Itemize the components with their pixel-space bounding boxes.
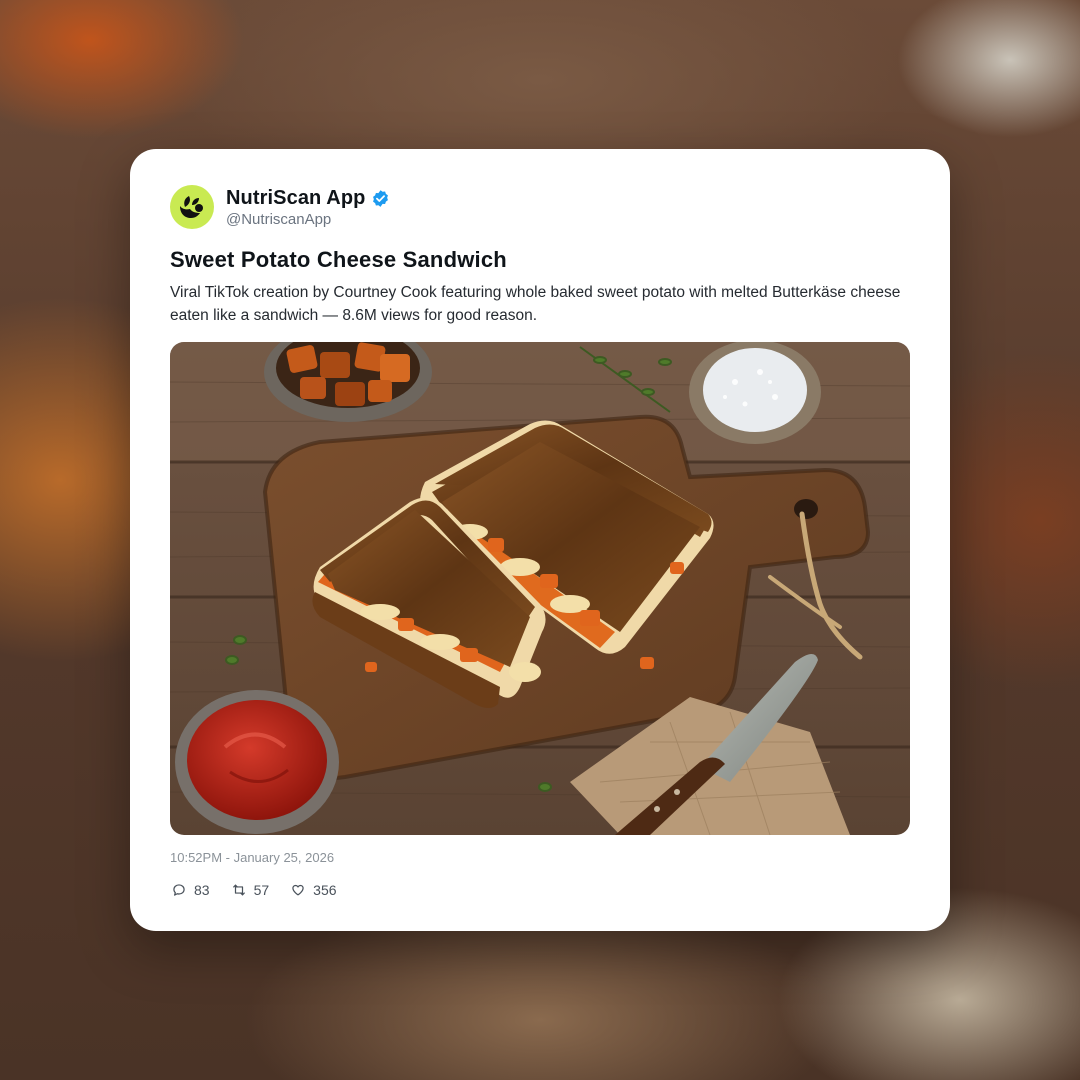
like-count: 356 — [313, 882, 337, 898]
post-timestamp[interactable]: 10:52PM - January 25, 2026 — [170, 850, 334, 865]
post-card: NutriScan App @NutriscanApp Sweet Potato… — [130, 149, 950, 931]
avatar[interactable] — [170, 185, 214, 229]
post-header: NutriScan App @NutriscanApp — [170, 184, 390, 230]
action-bar: 83 57 356 — [172, 880, 359, 900]
post-image[interactable] — [170, 342, 910, 835]
like-button[interactable]: 356 — [291, 882, 337, 898]
user-handle[interactable]: @NutriscanApp — [226, 211, 390, 228]
repost-count: 57 — [253, 882, 270, 898]
reply-button[interactable]: 83 — [172, 882, 210, 898]
verified-badge-icon — [371, 189, 390, 208]
reply-icon — [173, 884, 185, 896]
nutriscan-logo-icon — [180, 196, 203, 218]
grilled-sandwich-photo — [170, 342, 910, 835]
post-title: Sweet Potato Cheese Sandwich — [170, 247, 507, 272]
post-description: Viral TikTok creation by Courtney Cook f… — [170, 284, 901, 324]
repost-icon — [232, 884, 245, 896]
repost-button[interactable]: 57 — [232, 882, 270, 898]
reply-count: 83 — [194, 882, 210, 898]
heart-icon — [292, 884, 304, 896]
display-name[interactable]: NutriScan App — [226, 187, 365, 210]
